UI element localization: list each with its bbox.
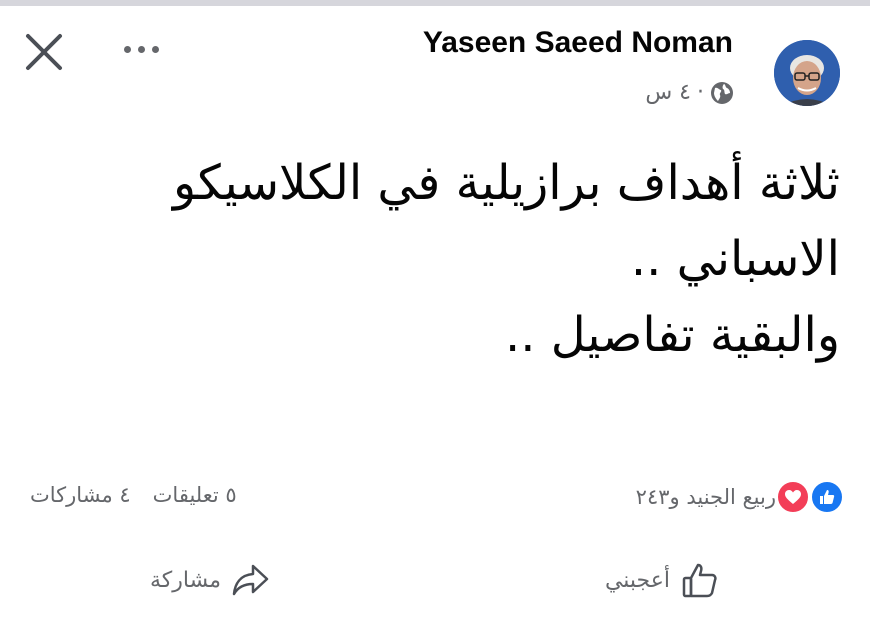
like-label: أعجبني xyxy=(604,567,670,593)
top-strip xyxy=(0,0,870,6)
shares-count[interactable]: ٤ مشاركات xyxy=(30,483,131,507)
thumbs-up-icon xyxy=(682,563,717,598)
close-button[interactable] xyxy=(22,30,66,74)
post-meta: · ٤ س xyxy=(645,80,734,105)
share-label: مشاركة xyxy=(150,567,222,593)
post-line: والبقية تفاصيل .. xyxy=(504,307,840,363)
like-reaction-icon xyxy=(810,480,844,514)
comments-count[interactable]: ٥ تعليقات xyxy=(153,483,237,507)
share-button[interactable]: مشاركة xyxy=(150,560,271,600)
meta-separator: · xyxy=(697,80,704,105)
post-line: الاسباني .. xyxy=(630,231,840,287)
more-options-icon-dot xyxy=(152,46,159,53)
globe-icon[interactable] xyxy=(710,81,734,105)
avatar[interactable] xyxy=(774,40,840,106)
love-reaction-icon xyxy=(776,480,810,514)
post-body: ثلاثة أهداف برازيلية في الكلاسيكو الاسبا… xyxy=(40,145,840,373)
reaction-icons xyxy=(776,480,844,514)
post-line: ثلاثة أهداف برازيلية في الكلاسيكو xyxy=(173,155,840,211)
reactions-summary[interactable]: ربيع الجنيد و٢٤٣ xyxy=(636,480,844,514)
reactions-text: ربيع الجنيد و٢٤٣ xyxy=(635,485,776,509)
share-arrow-icon xyxy=(232,564,269,596)
more-options-icon xyxy=(124,46,131,53)
engagement-counts: ٥ تعليقات ٤ مشاركات xyxy=(30,483,237,507)
like-button[interactable]: أعجبني xyxy=(605,560,720,600)
more-options-button[interactable] xyxy=(120,35,168,63)
close-icon xyxy=(26,34,62,70)
post-timestamp[interactable]: ٤ س xyxy=(645,80,691,105)
more-options-icon-dot xyxy=(138,46,145,53)
author-name[interactable]: Yaseen Saeed Noman xyxy=(423,26,733,60)
